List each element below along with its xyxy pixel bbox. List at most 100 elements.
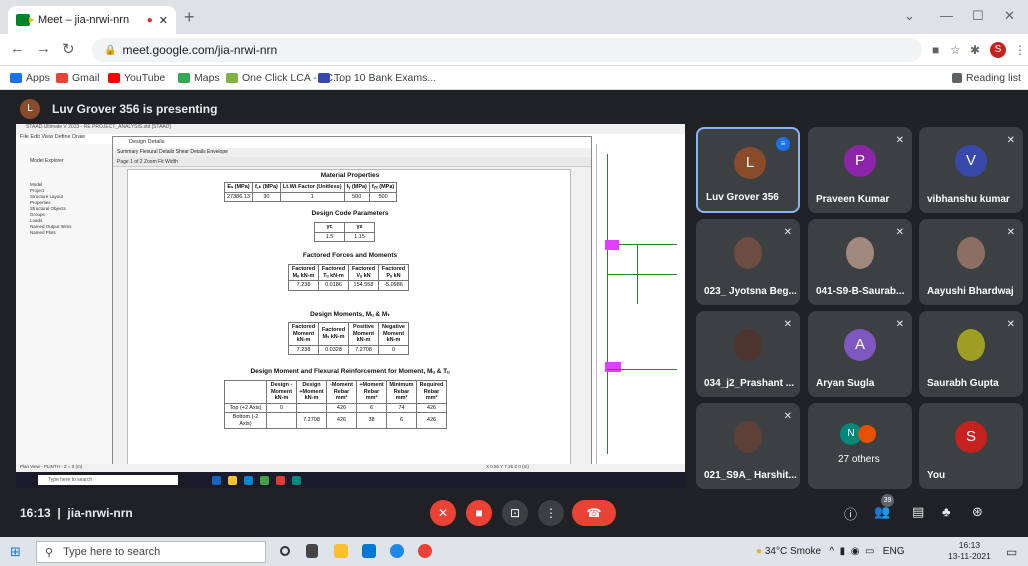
chat-icon[interactable]: ▤ [912,504,924,520]
dialog-tabs[interactable]: Summary Flexural Details Shear Details E… [113,148,591,157]
highlighted-member [605,362,621,372]
info-icon[interactable]: ⓘ [844,504,857,523]
mail-icon[interactable] [362,544,376,558]
participant-tile[interactable]: ✕ A Aryan Sugla [808,311,912,397]
maps-icon [178,73,190,83]
participant-name: Praveen Kumar [816,194,890,205]
notification-icon[interactable]: ▭ [1006,545,1017,559]
bookmark-maps[interactable]: Maps [178,72,220,84]
participant-tile[interactable]: ✕ Saurabh Gupta [919,311,1023,397]
mic-off-icon: ✕ [783,319,792,330]
close-tab-icon[interactable]: ✕ [159,14,168,27]
dialog-toolbar[interactable]: Page 1 of 2 Zoom Fit Width [113,157,591,167]
heading-flexural-reinforcement: Design Moment and Flexural Reinforcement… [250,368,450,375]
extensions-icon[interactable]: ✱ [970,43,980,57]
design-report: Material Properties Eₛ (MPa) f꜀ₖ (MPa) Lt.… [127,169,571,467]
shared-search-box: Type here to search [38,475,178,485]
others-tile[interactable]: N 27 others [808,403,912,489]
weather-icon: ● [756,546,763,557]
participant-avatar: P [844,145,876,177]
present-button[interactable]: ⊡ [502,500,528,526]
mic-toggle-button[interactable]: ✕ [430,500,456,526]
design-moments-table: Factored Moment kN-m Factored Mₜ kN-m Posi… [288,322,409,355]
reload-icon[interactable]: ↻ [62,40,75,58]
taskbar-app-icon [244,476,253,485]
language-indicator[interactable]: ENG [883,546,905,557]
heading-factored-forces: Factored Forces and Moments [302,252,398,259]
windows-start-icon[interactable]: ⊞ [10,544,21,560]
participant-photo [957,329,985,361]
taskbar-app-icon [212,476,221,485]
forward-arrow-icon[interactable]: → [36,40,51,57]
menu-dots-icon[interactable]: ⋮ [1014,43,1026,57]
bookmark-youtube[interactable]: YouTube [108,72,165,84]
others-count: 27 others [838,454,880,465]
reading-list-button[interactable]: Reading list [952,72,1021,84]
participant-tile[interactable]: ✕ 041-S9-B-Saurab... [808,219,912,305]
new-tab-button[interactable]: + [184,7,195,28]
url-input[interactable]: 🔒 meet.google.com/jia-nrwi-nrn [92,38,922,62]
participant-name: Aayushi Bhardwaj [927,286,1014,297]
close-window-button[interactable]: ✕ [1004,8,1015,24]
camera-toggle-button[interactable]: ■ [466,500,492,526]
bookmark-gmail[interactable]: Gmail [56,72,99,84]
mic-off-icon: ✕ [1006,135,1015,146]
shared-screen-taskbar: Type here to search [16,472,685,488]
participant-avatar: A [844,329,876,361]
participant-tile[interactable]: ✕ P Praveen Kumar [808,127,912,213]
bookmark-apps[interactable]: Apps [10,72,50,84]
camera-icon[interactable]: ■ [932,43,939,57]
activities-icon[interactable]: ♣ [942,504,951,519]
host-controls-icon[interactable]: ⊛ [972,504,983,520]
self-tile[interactable]: S You [919,403,1023,489]
participant-tile[interactable]: ≡ L Luv Grover 356 [696,127,800,213]
participant-photo [734,329,762,361]
chevron-down-icon[interactable]: ⌄ [904,8,915,24]
grid-line [607,274,677,275]
participant-tile[interactable]: ✕ 021_S9A_ Harshit... [696,403,800,489]
meet-favicon-icon [16,14,34,26]
profile-avatar[interactable]: S [990,42,1006,58]
presenter-banner: L Luv Grover 356 is presenting [20,96,217,122]
windows-search-input[interactable]: ⚲ Type here to search [36,541,266,563]
participant-photo [734,421,762,453]
gmail-icon [56,73,68,83]
design-code-table: γc γs 1.5 1.15 [314,222,375,242]
system-clock[interactable]: 16:13 13-11-2021 [948,540,991,562]
leave-call-button[interactable]: ☎ [572,500,616,526]
participant-photo [846,237,874,269]
participant-name: 021_S9A_ Harshit... [704,470,797,481]
staad-menu-bar: File Edit View Define Draw [20,134,86,140]
material-table: Eₛ (MPa) f꜀ₖ (MPa) Lt.Wt Factor (Unitless)… [224,182,398,202]
browser-tab-meet[interactable]: Meet – jia-nrwi-nrn ● ✕ [8,6,176,34]
highlighted-member [605,240,619,250]
more-options-button[interactable]: ⋮ [538,500,564,526]
cortana-icon[interactable] [280,546,290,556]
file-explorer-icon[interactable] [334,544,348,558]
maximize-button[interactable]: ☐ [972,8,984,24]
grid-line [607,369,677,370]
taskbar-app-icon [292,476,301,485]
shared-screen[interactable]: STAAD.Ultimate V 2023 - RE PROJECT_ANALY… [16,124,685,488]
chrome-icon[interactable] [418,544,432,558]
recording-dot-icon: ● [146,14,153,26]
participant-tile[interactable]: ✕ 034_j2_Prashant ... [696,311,800,397]
edge-icon[interactable] [390,544,404,558]
bookmark-bank-exams[interactable]: Top 10 Bank Exams... [318,72,436,84]
participant-tile[interactable]: ✕ Aayushi Bhardwaj [919,219,1023,305]
weather-text[interactable]: 34°C Smoke [765,546,821,557]
grid-line [607,154,608,454]
task-view-icon[interactable] [306,544,318,558]
participant-tile[interactable]: ✕ V vibhanshu kumar [919,127,1023,213]
participant-avatar: V [955,145,987,177]
speaking-icon: ≡ [776,137,790,151]
participant-tile[interactable]: ✕ 023_ Jyotsna Beg... [696,219,800,305]
star-icon[interactable]: ☆ [950,43,961,57]
heading-design-moments: Design Moments, Mᵤ & Mₜ [310,311,390,318]
back-arrow-icon[interactable]: ← [10,40,25,57]
mic-off-icon: ✕ [783,227,792,238]
dialog-title: Design Details [113,137,591,148]
apps-grid-icon [10,73,22,83]
participant-name: Aryan Sugla [816,378,875,389]
minimize-button[interactable]: — [940,8,953,23]
